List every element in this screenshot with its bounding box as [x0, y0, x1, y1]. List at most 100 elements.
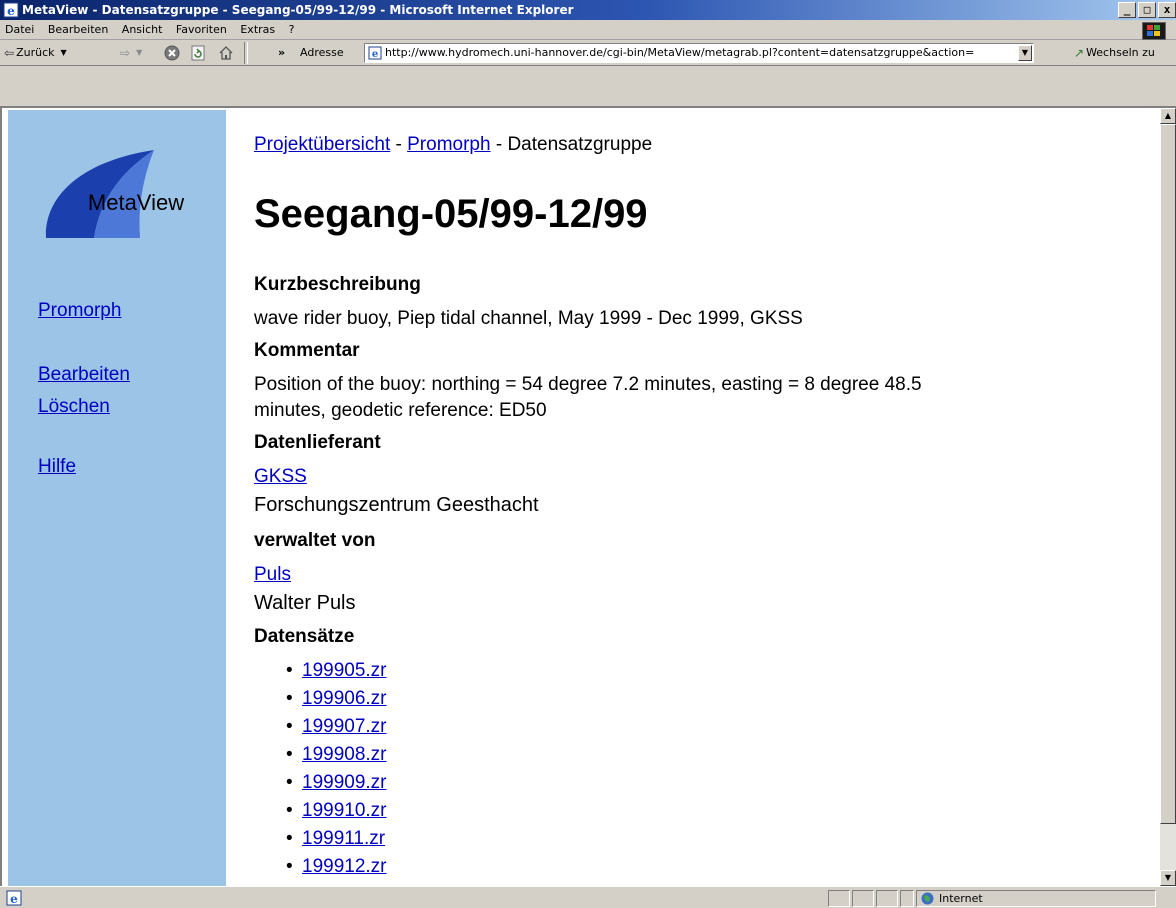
scrollbar-thumb[interactable] [1160, 124, 1176, 824]
status-zone: Internet [939, 892, 983, 905]
breadcrumb-current: Datensatzgruppe [507, 134, 653, 155]
chevron-down-icon: ▼ [60, 48, 67, 57]
scroll-up-button[interactable]: ▲ [1160, 108, 1176, 124]
list-item: • 199909.zr [286, 772, 387, 794]
home-icon [219, 46, 233, 60]
breadcrumb-link-promorph[interactable]: Promorph [407, 134, 490, 155]
address-dropdown-button[interactable]: ▼ [1018, 45, 1032, 61]
back-label: Zurück [16, 46, 55, 59]
svg-text:e: e [7, 4, 15, 18]
verwaltet-von-link[interactable]: Puls [254, 564, 291, 586]
menu-favoriten[interactable]: Favoriten [171, 20, 232, 40]
windows-logo-icon [1142, 22, 1166, 40]
chevron-down-icon: ▼ [1164, 873, 1172, 882]
menu-bearbeiten[interactable]: Bearbeiten [43, 20, 113, 40]
refresh-button[interactable] [190, 40, 206, 66]
kommentar-text-line1: Position of the buoy: northing = 54 degr… [254, 374, 922, 395]
dataset-link[interactable]: 199906.zr [302, 688, 387, 709]
bullet: • [286, 716, 293, 737]
back-arrow-icon: ⇦ [4, 46, 15, 60]
close-button[interactable]: x [1158, 2, 1176, 18]
dataset-link[interactable]: 199912.zr [302, 856, 387, 877]
chevron-down-icon: ▼ [1021, 48, 1029, 57]
scroll-down-button[interactable]: ▼ [1160, 870, 1176, 886]
dataset-link[interactable]: 199905.zr [302, 660, 387, 681]
go-arrow-icon: ↗ [1074, 46, 1085, 60]
bullet: • [286, 856, 293, 877]
chevron-up-icon: ▲ [1164, 111, 1172, 120]
toolbar: ⇦ Zurück ▼ ⇨ ▼ » Adresse e http://www.hy… [0, 40, 1176, 66]
vertical-scrollbar[interactable]: ▲ ▼ [1160, 108, 1176, 886]
svg-text:e: e [372, 49, 378, 60]
breadcrumb-link-projektuebersicht[interactable]: Projektübersicht [254, 134, 390, 155]
chevron-down-icon: ▼ [136, 48, 143, 57]
refresh-icon [191, 45, 205, 61]
maximize-button[interactable]: □ [1138, 2, 1156, 18]
kommentar-text-line2: minutes, geodetic reference: ED50 [254, 400, 547, 421]
toolbar-separator [244, 42, 248, 64]
kurzbeschreibung-label: Kurzbeschreibung [254, 274, 421, 295]
stop-icon [164, 45, 180, 61]
sidebar-link-loeschen[interactable]: Löschen [38, 396, 110, 418]
dataset-link[interactable]: 199911.zr [302, 828, 385, 849]
list-item: • 199907.zr [286, 716, 387, 738]
bullet: • [286, 800, 293, 821]
datenlieferant-link[interactable]: GKSS [254, 466, 307, 488]
page-status-icon: e [6, 890, 22, 906]
toolbar-chevron[interactable]: » [278, 40, 285, 66]
list-item: • 199912.zr [286, 856, 387, 878]
datensaetze-label: Datensätze [254, 626, 355, 647]
address-label: Adresse [300, 46, 344, 59]
status-bar: e Internet [0, 886, 1176, 908]
logo-text: MetaView [88, 190, 184, 215]
stop-button[interactable] [164, 40, 180, 66]
svg-text:e: e [10, 892, 18, 906]
address-url: http://www.hydromech.uni-hannover.de/cgi… [385, 46, 975, 59]
bullet: • [286, 744, 293, 765]
kurzbeschreibung-text: wave rider buoy, Piep tidal channel, May… [254, 308, 803, 329]
breadcrumb-separator: - [390, 134, 408, 155]
bullet: • [286, 828, 293, 849]
sidebar-link-bearbeiten[interactable]: Bearbeiten [38, 364, 130, 386]
dataset-link[interactable]: 199907.zr [302, 716, 387, 737]
minimize-button[interactable]: _ [1118, 2, 1136, 18]
verwaltet-von-label: verwaltet von [254, 530, 376, 551]
dataset-link[interactable]: 199909.zr [302, 772, 387, 793]
dataset-link[interactable]: 199908.zr [302, 744, 387, 765]
menu-extras[interactable]: Extras [235, 20, 280, 40]
status-pane [828, 890, 850, 907]
breadcrumb-separator: - [490, 134, 508, 155]
sidebar-link-promorph[interactable]: Promorph [38, 300, 121, 322]
bullet: • [286, 772, 293, 793]
window-titlebar[interactable]: e MetaView - Datensatzgruppe - Seegang-0… [0, 0, 1176, 20]
address-input[interactable]: e http://www.hydromech.uni-hannover.de/c… [364, 43, 1034, 63]
sidebar-link-hilfe[interactable]: Hilfe [38, 456, 76, 478]
bullet: • [286, 660, 293, 681]
bullet: • [286, 688, 293, 709]
home-button[interactable] [218, 40, 234, 66]
verwaltet-von-name: Walter Puls [254, 592, 356, 614]
list-item: • 199906.zr [286, 688, 387, 710]
globe-icon [921, 892, 934, 905]
kommentar-label: Kommentar [254, 340, 360, 361]
forward-arrow-icon: ⇨ [120, 46, 131, 60]
breadcrumb: Projektübersicht - Promorph - Datensatzg… [254, 134, 652, 156]
forward-button[interactable]: ⇨ ▼ [120, 40, 142, 66]
status-pane [852, 890, 874, 907]
list-item: • 199908.zr [286, 744, 387, 766]
page-icon: e [368, 46, 382, 60]
metaview-logo: MetaView [45, 150, 184, 238]
status-pane [900, 890, 914, 907]
menu-datei[interactable]: Datei [0, 20, 39, 40]
window-title: MetaView - Datensatzgruppe - Seegang-05/… [22, 3, 574, 17]
list-item: • 199910.zr [286, 800, 387, 822]
dataset-link[interactable]: 199910.zr [302, 800, 387, 821]
menu-help[interactable]: ? [284, 20, 300, 40]
status-zone-pane: Internet [916, 890, 1156, 907]
go-button[interactable]: ↗ Wechseln zu [1074, 40, 1155, 66]
menu-ansicht[interactable]: Ansicht [117, 20, 168, 40]
datenlieferant-name: Forschungszentrum Geesthacht [254, 494, 539, 516]
back-button[interactable]: ⇦ Zurück ▼ [4, 40, 67, 66]
menu-bar: Datei Bearbeiten Ansicht Favoriten Extra… [0, 20, 1176, 40]
datenlieferant-label: Datenlieferant [254, 432, 381, 453]
